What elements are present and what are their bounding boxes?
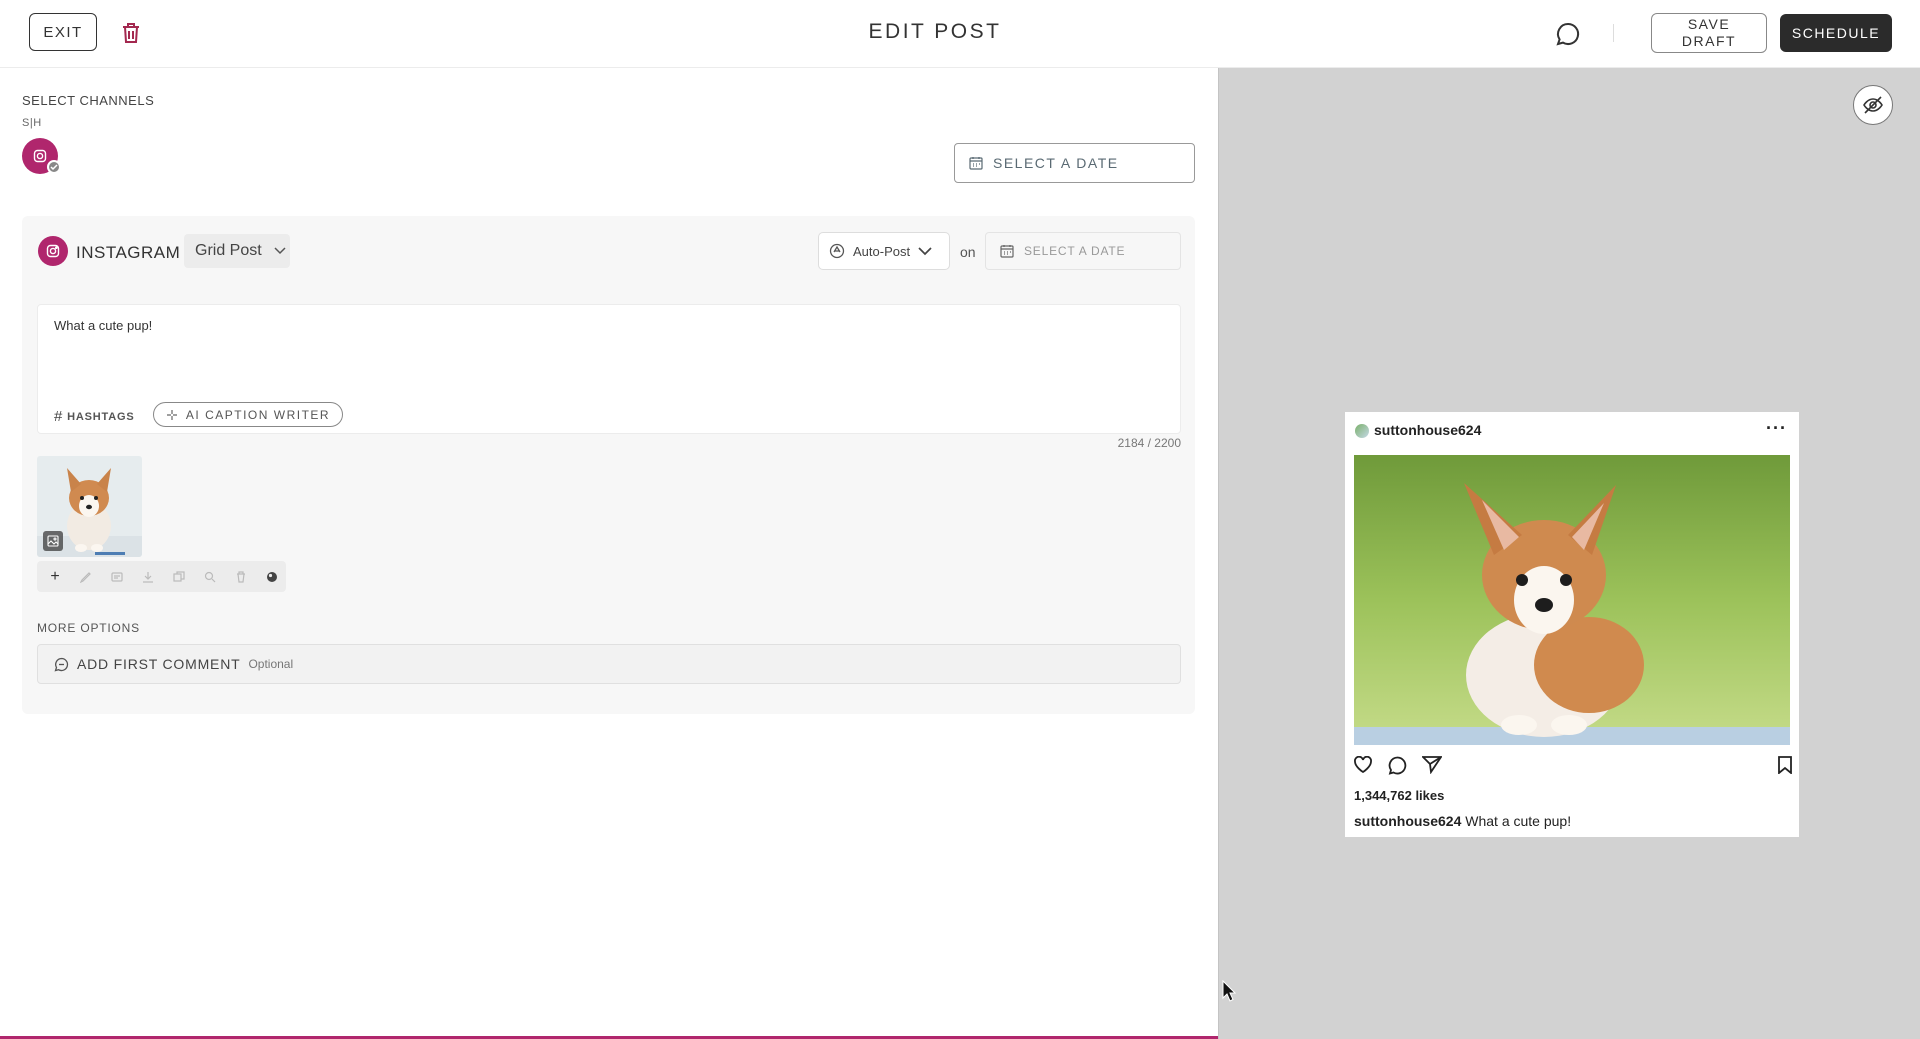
edit-icon[interactable] [78, 569, 94, 585]
mouse-cursor-icon [1222, 980, 1236, 1002]
caption-editor[interactable]: What a cute pup! # HASHTAGS AI CAPTION W… [37, 304, 1181, 434]
bookmark-icon[interactable] [1777, 756, 1793, 774]
preview-image [1354, 455, 1790, 745]
alt-text-icon[interactable] [109, 569, 125, 585]
post-date-label: SELECT A DATE [1024, 244, 1126, 258]
post-type-select[interactable]: Grid Post [184, 234, 290, 268]
media-toolbar: + [37, 561, 286, 592]
publish-mode-select[interactable]: Auto-Post [818, 232, 950, 270]
chevron-down-icon [274, 247, 286, 255]
more-options-label: MORE OPTIONS [37, 621, 140, 635]
avatar [1355, 424, 1369, 438]
top-header: EXIT EDIT POST SAVE DRAFT SCHEDULE [0, 0, 1920, 68]
select-channels-label: SELECT CHANNELS [22, 93, 155, 108]
channel-group-label: S|H [22, 117, 42, 129]
more-icon[interactable]: ··· [1766, 418, 1787, 439]
color-icon[interactable] [264, 569, 280, 585]
character-count: 2184 / 2200 [1117, 436, 1181, 450]
instagram-preview-card: suttonhouse624 ··· 1,344,762 likes sutto… [1345, 412, 1799, 837]
comment-icon[interactable] [1388, 756, 1407, 775]
calendar-icon [1000, 245, 1014, 258]
on-label: on [960, 244, 976, 260]
preview-panel: suttonhouse624 ··· 1,344,762 likes sutto… [1218, 68, 1920, 1039]
instagram-post-card: INSTAGRAM Grid Post Auto-Post on SELECT … [22, 216, 1195, 714]
chevron-down-icon [918, 246, 932, 255]
first-comment-label: ADD FIRST COMMENT [77, 656, 241, 672]
duplicate-icon[interactable] [171, 569, 187, 585]
select-date-label: SELECT A DATE [993, 155, 1119, 171]
heart-icon[interactable] [1353, 756, 1373, 774]
header-divider [1613, 24, 1614, 42]
ai-caption-writer-label: AI CAPTION WRITER [185, 407, 331, 422]
likes-count: 1,344,762 likes [1354, 788, 1445, 803]
image-icon [43, 531, 63, 551]
delete-icon[interactable] [233, 569, 249, 585]
comment-icon [54, 657, 69, 671]
hash-icon: # [54, 408, 64, 425]
schedule-button[interactable]: SCHEDULE [1780, 14, 1892, 52]
publish-mode-label: Auto-Post [853, 243, 911, 259]
zoom-icon[interactable] [202, 569, 218, 585]
preview-caption-text: What a cute pup! [1465, 813, 1572, 829]
hashtags-button[interactable]: # HASHTAGS [54, 408, 134, 425]
instagram-icon [38, 236, 68, 266]
add-icon[interactable]: + [47, 568, 63, 585]
network-name: INSTAGRAM [76, 243, 181, 262]
post-type-label: Grid Post [195, 242, 262, 259]
preview-actions [1353, 754, 1793, 776]
auto-post-icon [829, 243, 845, 259]
preview-caption-username: suttonhouse624 [1354, 813, 1462, 829]
post-date-picker[interactable]: SELECT A DATE [985, 232, 1181, 270]
editor-panel: SELECT CHANNELS S|H SELECT A DATE INSTAG… [0, 68, 1218, 1039]
hashtags-label: HASHTAGS [67, 410, 135, 423]
preview-caption: suttonhouse624 What a cute pup! [1354, 813, 1571, 829]
puppy-image [1354, 455, 1790, 745]
save-draft-button[interactable]: SAVE DRAFT [1651, 13, 1767, 53]
caption-text[interactable]: What a cute pup! [54, 318, 152, 333]
eye-off-icon[interactable] [1853, 85, 1893, 125]
media-thumbnail[interactable] [37, 456, 142, 557]
first-comment-optional-label: Optional [248, 657, 294, 671]
page-title: EDIT POST [868, 20, 1002, 43]
check-icon [47, 160, 61, 174]
comment-icon[interactable] [1555, 21, 1583, 47]
add-first-comment-button[interactable]: ADD FIRST COMMENT Optional [37, 644, 1181, 684]
select-date-button[interactable]: SELECT A DATE [954, 143, 1195, 183]
calendar-icon [969, 157, 983, 170]
sparkle-icon [166, 409, 177, 420]
download-icon[interactable] [140, 569, 156, 585]
preview-username: suttonhouse624 [1374, 422, 1482, 438]
share-icon[interactable] [1422, 755, 1442, 774]
ai-caption-writer-button[interactable]: AI CAPTION WRITER [153, 402, 343, 427]
